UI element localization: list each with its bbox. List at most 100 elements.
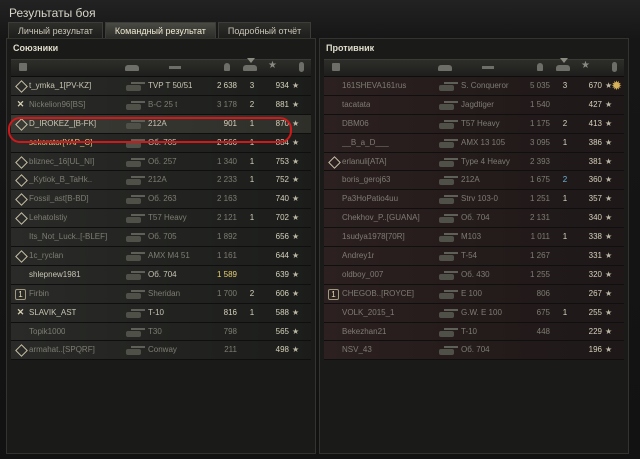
star-icon: ★ [292, 156, 300, 166]
platoon-icon: ✕ [16, 98, 25, 109]
table-row[interactable]: t_ymka_1[PV-KZ] TVP T 50/51 2 638 3 934 ★ [11, 77, 311, 96]
damage-value: 211 [224, 345, 237, 355]
player-column-icon[interactable] [299, 62, 304, 72]
xp-value: 255 [588, 307, 602, 317]
table-row[interactable]: _Kytiok_B_TaHk.. 212A 2 233 1 752 ★ [11, 171, 311, 191]
vehicle-name: Об. 704 [148, 269, 177, 279]
xp-value: 588 [275, 307, 289, 317]
table-row[interactable]: 1 Firbin Sheridan 1 700 2 606 ★ [11, 284, 311, 304]
player-name: Bekezhan21 [342, 326, 387, 336]
table-row[interactable]: __B_a_D___ AMX 13 105 3 095 1 386 ★ [324, 133, 624, 153]
table-row[interactable]: 161SHEVA161rus S. Conqueror 5 035 3 670 ★ ✹ [324, 77, 624, 96]
platoon-number-badge: 1 [15, 288, 26, 300]
table-row[interactable]: Fossil_ast[B-BD] Об. 263 2 163 740 ★ [11, 190, 311, 210]
table-row[interactable]: boris_geroj63 212A 1 675 2 360 ★ [324, 171, 624, 191]
table-row[interactable]: ✕ Nickelion96[BS] B-C 25 t 3 178 2 881 ★ [11, 95, 311, 115]
tank-icon [438, 194, 458, 205]
table-row[interactable]: Topik1000 T30 798 565 ★ [11, 322, 311, 342]
damage-column-icon[interactable] [482, 66, 494, 69]
vehicle-name: T57 Heavy [461, 118, 500, 128]
table-row[interactable]: armahat..[SPQRF] Conway 211 498 ★ [11, 341, 311, 361]
kills-column-icon[interactable] [537, 63, 543, 71]
tank-icon [125, 232, 145, 243]
tab-team-result[interactable]: Командный результат [104, 22, 216, 39]
vehicle-name: E 100 [461, 288, 482, 298]
tank-column-icon[interactable] [438, 65, 452, 71]
table-row[interactable]: Lehatolstiy T57 Heavy 2 121 1 702 ★ [11, 209, 311, 229]
vehicle-name: AMX 13 105 [461, 137, 506, 147]
platoon-column-icon[interactable] [19, 63, 27, 71]
tab-personal-result[interactable]: Личный результат [8, 22, 103, 39]
player-name: armahat..[SPQRF] [29, 345, 95, 355]
kills-column-icon[interactable] [224, 63, 230, 71]
tank-icon [438, 157, 458, 167]
table-row[interactable]: ✕ SLAVIK_AST T-10 816 1 588 ★ [11, 303, 311, 323]
tank-kill-column-icon[interactable] [243, 65, 257, 71]
kills-value: 1 [249, 213, 255, 223]
table-row[interactable]: NSV_43 Об. 704 196 ★ [324, 341, 624, 361]
star-icon: ★ [605, 345, 613, 355]
table-row[interactable]: VOLK_2015_1 G.W. E 100 675 1 255 ★ [324, 303, 624, 323]
player-name: _Kytiok_B_TaHk.. [29, 175, 93, 185]
tank-icon [438, 308, 458, 318]
squad-icon [15, 156, 26, 167]
player-name: 1c_ryclan [29, 251, 64, 261]
player-column-icon[interactable] [612, 62, 617, 72]
table-row[interactable]: shlepnew1981 Об. 704 1 589 639 ★ [11, 265, 311, 285]
table-row[interactable]: Its_Not_Luck..[-BLEF] Об. 705 1 892 656 ★ [11, 228, 311, 248]
xp-value: 670 [588, 81, 602, 90]
kills-value: 1 [249, 137, 255, 147]
table-row[interactable]: Andrey1r T-54 1 267 331 ★ [324, 247, 624, 266]
xp-value: 357 [588, 194, 602, 204]
tank-icon [438, 232, 458, 243]
tank-column-icon[interactable] [125, 65, 139, 71]
table-row[interactable]: erlanuli[ATA] Type 4 Heavy 2 393 381 ★ [324, 152, 624, 172]
star-icon: ★ [292, 251, 300, 261]
vehicle-name: T-10 [148, 307, 165, 317]
vehicle-name: T-10 [461, 326, 478, 336]
platoon-column-icon[interactable] [332, 63, 340, 71]
damage-value: 2 163 [216, 194, 237, 204]
xp-column-icon[interactable]: ★ [581, 60, 591, 71]
xp-value: 881 [275, 99, 289, 109]
star-icon: ★ [605, 99, 613, 109]
table-row[interactable]: D_IROKEZ_[B-FK] 212A 901 1 870 ★ [11, 114, 311, 134]
xp-value: 702 [275, 213, 289, 223]
tab-detailed-report[interactable]: Подробный отчёт [217, 22, 312, 39]
damage-value: 675 [536, 307, 550, 317]
table-row[interactable]: bliznec_16[UL_NI] Об. 257 1 340 1 753 ★ [11, 152, 311, 172]
star-icon: ★ [605, 118, 613, 128]
vehicle-name: AMX M4 51 [148, 251, 190, 261]
vehicle-name: T-54 [461, 251, 478, 261]
table-row[interactable]: Bekezhan21 T-10 448 229 ★ [324, 322, 624, 342]
enemies-list: 161SHEVA161rus S. Conqueror 5 035 3 670 ★ ✹ tac… [324, 77, 624, 361]
damage-value: 1 175 [529, 118, 550, 128]
damage-value: 1 540 [529, 99, 550, 109]
star-icon: ★ [292, 99, 300, 109]
table-row[interactable]: 1sudya1978[70R] M103 1 011 1 338 ★ [324, 228, 624, 248]
allies-panel: Союзники ★ t_ymka_1[PV-KZ] TVP T 50/51 2 6… [6, 38, 316, 454]
tank-icon [125, 138, 145, 148]
xp-value: 639 [275, 269, 289, 279]
kills-value: 1 [249, 118, 255, 128]
xp-value: 267 [588, 288, 602, 298]
damage-value: 816 [223, 307, 237, 317]
xp-column-icon[interactable]: ★ [268, 60, 278, 71]
table-row[interactable]: Chekhov_P..[GUANA] Об. 704 2 131 340 ★ [324, 209, 624, 229]
tank-kill-column-icon[interactable] [556, 65, 570, 71]
player-name: SLAVIK_AST [29, 307, 77, 317]
table-row[interactable]: oldboy_007 Об. 430 1 255 320 ★ [324, 265, 624, 285]
table-row[interactable]: Pa3HoPatio4uu Strv 103-0 1 251 1 357 ★ [324, 190, 624, 210]
tank-icon [438, 289, 458, 299]
table-row[interactable]: 1 CHEGOB..[ROYCE] E 100 806 267 ★ [324, 284, 624, 304]
table-row[interactable]: tacatata Jagdtiger 1 540 427 ★ [324, 95, 624, 115]
table-row[interactable]: sekorator[YAP_C] Об. 705 2 566 1 834 ★ [11, 133, 311, 153]
player-name: Nickelion96[BS] [29, 99, 86, 109]
star-icon: ★ [605, 194, 613, 204]
table-row[interactable]: 1c_ryclan AMX M4 51 1 161 644 ★ [11, 247, 311, 266]
damage-value: 1 589 [216, 269, 237, 279]
damage-column-icon[interactable] [169, 66, 181, 69]
table-row[interactable]: DBM06 T57 Heavy 1 175 2 413 ★ [324, 114, 624, 134]
vehicle-name: Об. 257 [148, 156, 177, 166]
xp-value: 934 [275, 81, 289, 90]
